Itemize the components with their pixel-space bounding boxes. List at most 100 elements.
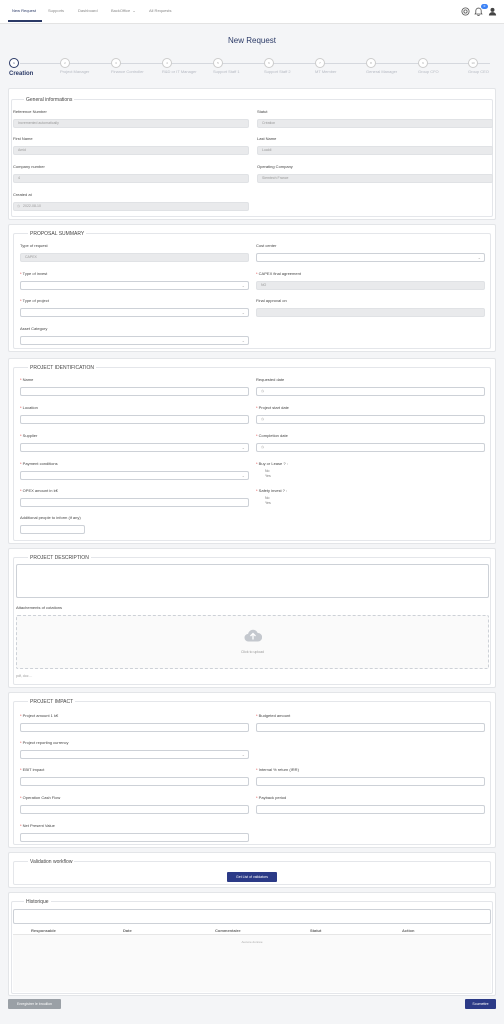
top-navbar: New Request Supports Dashboard BackOffic…	[0, 0, 504, 24]
status-field: Création	[257, 119, 493, 128]
step-label: Project Manager	[60, 69, 90, 74]
save-draft-button[interactable]: Enregistrer le brouillon	[8, 999, 61, 1009]
historique-search-box[interactable]	[13, 909, 491, 924]
completion-date-label: * Completion date	[256, 433, 288, 438]
page-title: New Request	[227, 36, 277, 45]
reference-number-label: Reference Number	[13, 109, 47, 114]
submit-button[interactable]: Soumettre	[465, 999, 496, 1009]
get-validators-button[interactable]: Get List of validators	[227, 872, 277, 882]
tab-new-request[interactable]: New Request	[12, 8, 36, 13]
type-of-invest-select[interactable]: ⌄	[20, 281, 249, 290]
asset-category-label: Asset Category	[20, 326, 48, 331]
step-number: 5	[213, 58, 223, 68]
step-label: Support Staff 1	[213, 69, 240, 74]
irr-label: * Internal % return (IRR)	[256, 767, 299, 772]
irr-input[interactable]	[256, 777, 485, 786]
reporting-currency-select[interactable]: ⌄	[20, 750, 249, 759]
location-input[interactable]	[20, 415, 249, 424]
column-commentaire[interactable]: Commentaire	[215, 928, 241, 933]
validation-workflow-panel: Validation workflow Get List of validato…	[8, 852, 496, 888]
npv-label: * Net Present Value	[20, 823, 55, 828]
column-date[interactable]: Date	[123, 928, 132, 933]
requested-date-input[interactable]: ◷	[256, 387, 485, 396]
step-label: R&D or IT Manager	[162, 69, 197, 74]
final-approval-label: Final approval on	[256, 298, 287, 303]
chevron-down-icon: ⌄	[132, 8, 136, 13]
capex-final-agreement-label: * CAPEX final agreement	[256, 271, 301, 276]
user-icon[interactable]	[488, 7, 497, 16]
tab-dashboard[interactable]: Dashboard	[78, 8, 98, 13]
payback-period-label: * Payback period	[256, 795, 287, 800]
tab-backoffice-label: BackOffice	[111, 8, 131, 13]
project-impact-panel: PROJECT IMPACT * Project amount 1 k€ * B…	[8, 692, 496, 848]
company-number-label: Company number	[13, 164, 45, 169]
proposal-summary-panel: PROPOSAL SUMMARY Type of request CAPEX C…	[8, 224, 496, 352]
column-responsable[interactable]: Responsable	[31, 928, 56, 933]
support-icon[interactable]	[461, 7, 470, 16]
created-at-value: 2022-08-10	[23, 204, 41, 208]
general-informations-panel: General informations Reference Number In…	[8, 88, 496, 220]
historique-panel: Historique Responsable Date Commentaire …	[8, 892, 496, 996]
step-number: 6	[264, 58, 274, 68]
operation-cash-flow-input[interactable]	[20, 805, 249, 814]
buy-lease-radio-no[interactable]: No	[265, 469, 269, 473]
upload-label: Click to upload	[241, 650, 264, 654]
additional-people-input[interactable]	[20, 525, 85, 534]
payment-conditions-label: * Payment conditions	[20, 461, 58, 466]
operation-cash-flow-label: * Operation Cash Flow	[20, 795, 61, 800]
operating-company-field: Siemtech France	[257, 174, 493, 183]
supplier-label: * Supplier	[20, 433, 38, 438]
safety-radio-yes[interactable]: Yes	[265, 501, 271, 505]
step-label: General Manager	[366, 69, 398, 74]
project-start-date-input[interactable]: ◷	[256, 415, 485, 424]
project-identification-panel: PROJECT IDENTIFICATION * Name Requested …	[8, 358, 496, 544]
tab-supports[interactable]: Supports	[48, 8, 64, 13]
budgeted-amount-input[interactable]	[256, 723, 485, 732]
opex-amount-input[interactable]	[20, 498, 249, 507]
section-legend: General informations	[24, 97, 75, 103]
type-of-project-select[interactable]: ⌄	[20, 308, 249, 317]
payback-period-input[interactable]	[256, 805, 485, 814]
cost-center-select[interactable]: ⌄	[256, 253, 485, 262]
payment-conditions-select[interactable]: ⌄	[20, 471, 249, 480]
supplier-select[interactable]: ⌄	[20, 443, 249, 452]
tab-backoffice[interactable]: BackOffice ⌄	[111, 8, 136, 13]
project-amount-input[interactable]	[20, 723, 249, 732]
section-legend: Validation workflow	[28, 859, 75, 865]
upload-dropzone[interactable]: Click to upload	[16, 615, 489, 669]
column-statut[interactable]: Statut	[310, 928, 321, 933]
budgeted-amount-label: * Budgeted amount	[256, 713, 291, 718]
asset-category-select[interactable]: ⌄	[20, 336, 249, 345]
ebit-impact-input[interactable]	[20, 777, 249, 786]
tab-all-requests[interactable]: All Requests	[149, 8, 171, 13]
chevron-down-icon: ⌄	[241, 283, 245, 288]
ebit-impact-label: * EBIT impact	[20, 767, 45, 772]
column-action[interactable]: Action	[402, 928, 414, 933]
name-label: * Name	[20, 377, 34, 382]
safety-radio-no[interactable]: No	[265, 496, 269, 500]
project-description-textarea[interactable]	[16, 564, 489, 598]
section-legend: PROPOSAL SUMMARY	[28, 231, 87, 237]
safety-invest-label: * Safety invest ? :	[256, 488, 288, 493]
general-informations-fieldset: General informations	[11, 97, 493, 217]
calendar-icon: ◷	[261, 417, 265, 421]
buy-lease-radio-yes[interactable]: Yes	[265, 474, 271, 478]
step-label: Group CEO	[468, 69, 489, 74]
project-amount-label: * Project amount 1 k€	[20, 713, 59, 718]
section-legend: PROJECT IDENTIFICATION	[28, 365, 96, 371]
capex-final-agreement-field: NO	[256, 281, 485, 290]
chevron-down-icon: ⌄	[241, 445, 245, 450]
chevron-down-icon: ⌄	[241, 338, 245, 343]
npv-input[interactable]	[20, 833, 249, 842]
reference-number-field: Incremented automatically	[13, 119, 249, 128]
additional-people-label: Additional people to inform (if any)	[20, 515, 81, 520]
created-at-label: Created at	[13, 192, 32, 197]
step-label: Creation	[9, 71, 34, 77]
type-of-project-label: * Type of project	[20, 298, 49, 303]
calendar-icon: ◷	[261, 389, 265, 393]
calendar-icon: ◷	[261, 445, 265, 449]
name-input[interactable]	[20, 387, 249, 396]
step-number: 9	[418, 58, 428, 68]
project-start-date-label: * Project start date	[256, 405, 289, 410]
completion-date-input[interactable]: ◷	[256, 443, 485, 452]
